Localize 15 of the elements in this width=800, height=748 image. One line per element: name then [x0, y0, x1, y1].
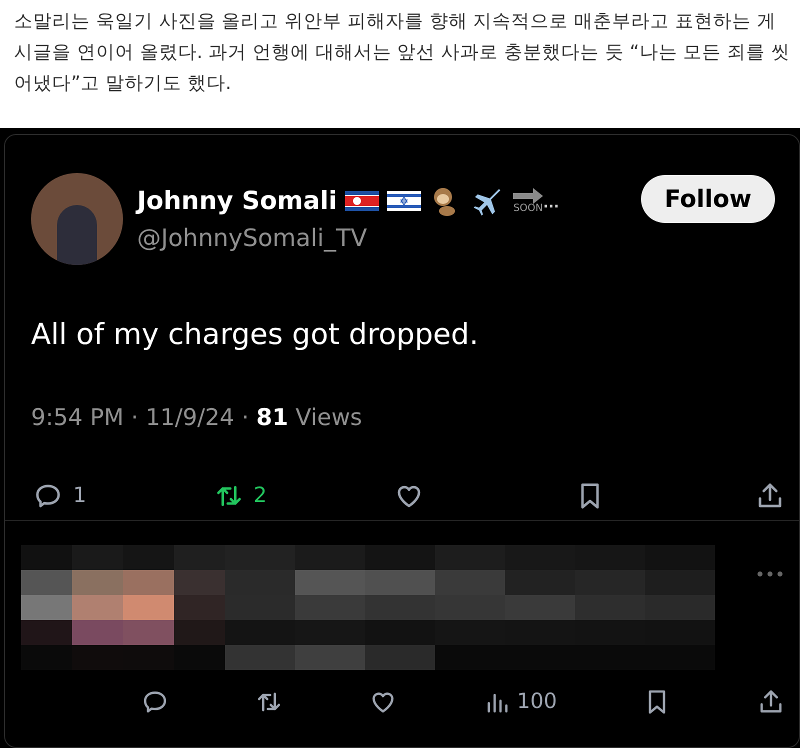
- arrow-icon: [513, 188, 544, 204]
- flag-icon: [387, 191, 422, 211]
- name-ellipsis: ···: [543, 200, 560, 214]
- more-options-icon[interactable]: [757, 571, 783, 577]
- action-count: 1: [73, 482, 86, 509]
- follow-button[interactable]: Follow: [641, 175, 775, 223]
- soon-label: SOON: [513, 204, 543, 214]
- user-handle: @JohnnySomali_TV: [137, 222, 368, 254]
- action-count: 2: [254, 482, 267, 509]
- view-count: 100: [516, 688, 557, 715]
- tweet-meta: 9:54 PM · 11/9/24 · 81 Views: [30, 404, 364, 432]
- tweet-text: All of my charges got dropped.: [30, 316, 480, 353]
- flag-icon: [345, 191, 380, 211]
- display-name: Johnny Somali: [137, 185, 338, 218]
- article-paragraph: 소말리는 욱일기 사진을 올리고 위안부 피해자를 향해 지속적으로 매춘부라고 표현하는 게시글을 연이어 올렸다. 과거 언행에 대해서는 앞선 사과로 충분했다는 듯 “나는 모든 죄를 씻어냈다”고 말하기도 했다.: [13, 10, 791, 96]
